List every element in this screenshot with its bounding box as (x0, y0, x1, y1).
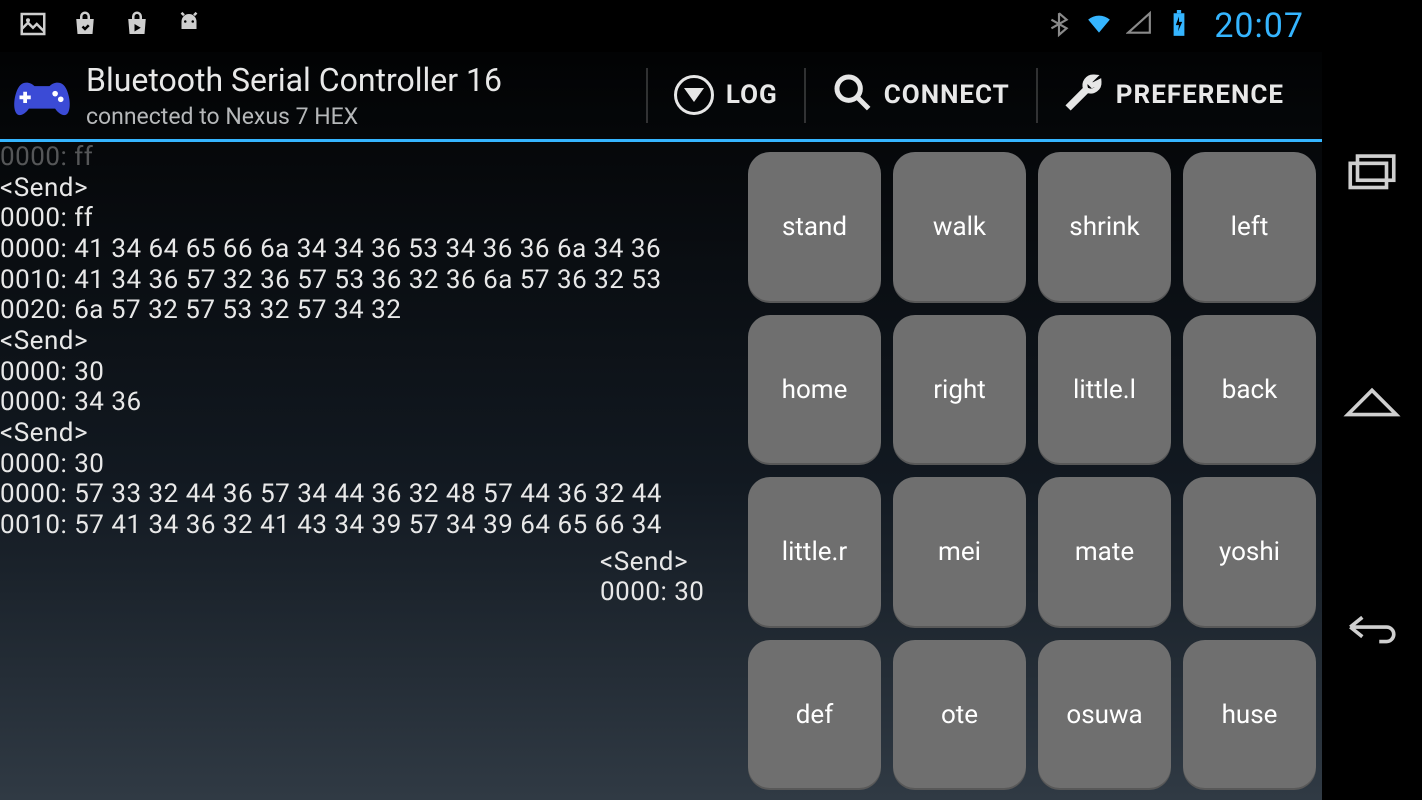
key-mate[interactable]: mate (1038, 477, 1171, 628)
gallery-icon (18, 9, 48, 43)
action-bar: Bluetooth Serial Controller 16 connected… (0, 52, 1322, 142)
log-line: 0010: 41 34 36 57 32 36 57 53 36 32 36 6… (0, 265, 742, 296)
wrench-icon (1064, 72, 1104, 119)
status-clock: 20:07 (1214, 6, 1304, 46)
log-line: <Send> (0, 173, 742, 204)
log-line: <Send> (600, 547, 688, 578)
preference-action[interactable]: PREFERENCE (1036, 68, 1310, 124)
key-huse[interactable]: huse (1183, 640, 1316, 791)
key-ote[interactable]: ote (893, 640, 1026, 791)
log-line: 0000: 30 (0, 357, 742, 388)
back-button[interactable] (1332, 587, 1412, 667)
play-store-icon (122, 9, 152, 43)
recent-apps-button[interactable] (1332, 133, 1412, 213)
keypad: stand walk shrink left home right little… (742, 142, 1322, 800)
content-area: 0000: ff <Send> 0000: ff 0000: 41 34 64 … (0, 142, 1322, 800)
log-line: 0000: 57 33 32 44 36 57 34 44 36 32 48 5… (0, 479, 742, 510)
log-line: 0000: 30 (600, 577, 704, 608)
signal-icon (1126, 10, 1152, 42)
log-panel[interactable]: 0000: ff <Send> 0000: ff 0000: 41 34 64 … (0, 142, 742, 800)
key-little-l[interactable]: little.l (1038, 315, 1171, 466)
key-yoshi[interactable]: yoshi (1183, 477, 1316, 628)
key-def[interactable]: def (748, 640, 881, 791)
key-mei[interactable]: mei (893, 477, 1026, 628)
app-title: Bluetooth Serial Controller 16 (86, 61, 502, 99)
bluetooth-icon (1046, 10, 1072, 42)
log-line: 0000: ff (0, 142, 742, 173)
log-line: <Send> (0, 418, 742, 449)
connect-action-label: CONNECT (884, 80, 1010, 110)
log-line: 0000: ff (0, 203, 742, 234)
app-subtitle: connected to Nexus 7 HEX (86, 103, 502, 130)
log-action-label: LOG (726, 80, 778, 110)
search-icon (832, 72, 872, 119)
key-walk[interactable]: walk (893, 152, 1026, 303)
connect-action[interactable]: CONNECT (804, 68, 1036, 124)
dropdown-icon (674, 75, 714, 115)
key-left[interactable]: left (1183, 152, 1316, 303)
screen: 20:07 Bluetooth Serial Controller 16 con… (0, 0, 1322, 800)
key-home[interactable]: home (748, 315, 881, 466)
key-right[interactable]: right (893, 315, 1026, 466)
preference-action-label: PREFERENCE (1116, 80, 1284, 110)
device-frame: 20:07 Bluetooth Serial Controller 16 con… (0, 0, 1422, 800)
log-line: 0020: 6a 57 32 57 53 32 57 34 32 (0, 295, 742, 326)
key-shrink[interactable]: shrink (1038, 152, 1171, 303)
log-line: <Send> (0, 326, 742, 357)
log-line: 0000: 30 (0, 449, 742, 480)
store-icon (70, 9, 100, 43)
app-icon (12, 70, 72, 122)
key-osuwa[interactable]: osuwa (1038, 640, 1171, 791)
log-line: 0010: 57 41 34 36 32 41 43 34 39 57 34 3… (0, 510, 742, 541)
key-stand[interactable]: stand (748, 152, 881, 303)
status-bar: 20:07 (0, 0, 1322, 52)
key-little-r[interactable]: little.r (748, 477, 881, 628)
android-icon (174, 9, 204, 43)
log-line: 0000: 34 36 (0, 387, 742, 418)
log-line: 0000: 41 34 64 65 66 6a 34 34 36 53 34 3… (0, 234, 742, 265)
battery-icon (1166, 10, 1192, 42)
key-back[interactable]: back (1183, 315, 1316, 466)
log-action[interactable]: LOG (646, 68, 804, 124)
home-button[interactable] (1332, 360, 1412, 440)
wifi-icon (1086, 10, 1112, 42)
system-navbar (1322, 0, 1422, 800)
